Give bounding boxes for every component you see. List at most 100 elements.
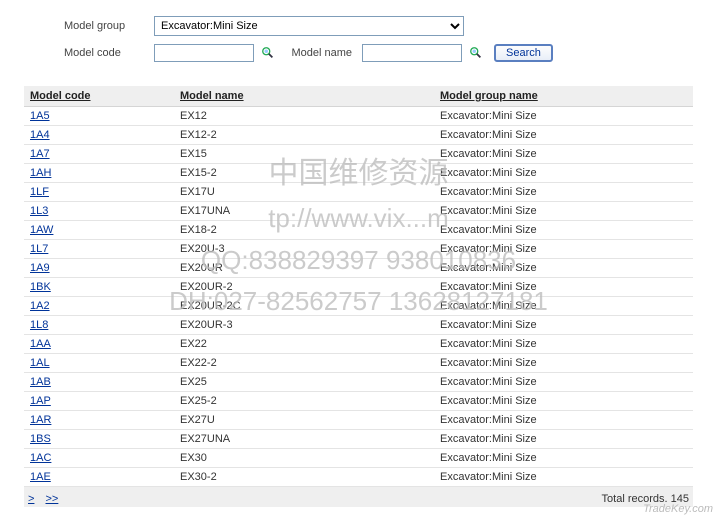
cell-code: 1A4 [24,126,174,145]
cell-name: EX25 [174,373,434,392]
table-header: Model code Model name Model group name [24,86,693,107]
search-button[interactable]: Search [494,44,553,62]
row-model-code-name: Model code Model name Search [64,44,693,62]
cell-name: EX12-2 [174,126,434,145]
cell-name: EX15-2 [174,164,434,183]
pager-last[interactable]: >> [46,493,59,505]
table-row: 1AEEX30-2Excavator:Mini Size [24,468,693,487]
cell-code: 1AR [24,411,174,430]
model-code-link[interactable]: 1A5 [30,110,50,122]
cell-group: Excavator:Mini Size [434,107,693,126]
cell-code: 1AL [24,354,174,373]
cell-code: 1L3 [24,202,174,221]
cell-group: Excavator:Mini Size [434,297,693,316]
model-code-link[interactable]: 1AB [30,376,51,388]
cell-code: 1AH [24,164,174,183]
model-code-link[interactable]: 1AW [30,224,53,236]
cell-name: EX22-2 [174,354,434,373]
cell-group: Excavator:Mini Size [434,278,693,297]
model-code-link[interactable]: 1L3 [30,205,48,217]
row-model-group: Model group Excavator:Mini Size [64,16,693,36]
table-row: 1ACEX30Excavator:Mini Size [24,449,693,468]
label-model-code: Model code [64,47,148,59]
cell-group: Excavator:Mini Size [434,411,693,430]
cell-group: Excavator:Mini Size [434,183,693,202]
model-code-link[interactable]: 1A2 [30,300,50,312]
cell-group: Excavator:Mini Size [434,373,693,392]
cell-group: Excavator:Mini Size [434,392,693,411]
table-row: 1AAEX22Excavator:Mini Size [24,335,693,354]
table-body: 1A5EX12Excavator:Mini Size1A4EX12-2Excav… [24,107,693,487]
model-code-link[interactable]: 1AR [30,414,51,426]
cell-name: EX30-2 [174,468,434,487]
cell-code: 1L7 [24,240,174,259]
model-code-link[interactable]: 1L8 [30,319,48,331]
pager: > >> [28,493,66,505]
model-code-link[interactable]: 1AH [30,167,51,179]
model-code-link[interactable]: 1AP [30,395,51,407]
table-row: 1AWEX18-2Excavator:Mini Size [24,221,693,240]
cell-name: EX17U [174,183,434,202]
model-code-link[interactable]: 1BK [30,281,51,293]
table-row: 1L3EX17UNAExcavator:Mini Size [24,202,693,221]
results-table: Model code Model name Model group name 1… [24,86,693,487]
table-row: 1A2 EX20UR-2CExcavator:Mini Size [24,297,693,316]
table-row: 1A7EX15Excavator:Mini Size [24,145,693,164]
cell-code: 1A9 [24,259,174,278]
table-row: 1A9 EX20URExcavator:Mini Size [24,259,693,278]
lookup-icon-model-name[interactable] [468,45,484,61]
cell-group: Excavator:Mini Size [434,259,693,278]
input-model-code[interactable] [154,44,254,62]
model-code-link[interactable]: 1A4 [30,129,50,141]
cell-name: EX27UNA [174,430,434,449]
cell-name: EX15 [174,145,434,164]
table-row: 1AREX27UExcavator:Mini Size [24,411,693,430]
search-form: Model group Excavator:Mini Size Model co… [24,8,693,82]
model-code-link[interactable]: 1AA [30,338,51,350]
cell-code: 1BK [24,278,174,297]
col-header-group[interactable]: Model group name [434,86,693,107]
table-row: 1AB EX25Excavator:Mini Size [24,373,693,392]
pager-next[interactable]: > [28,493,34,505]
table-row: 1AP EX25-2Excavator:Mini Size [24,392,693,411]
table-row: 1AL EX22-2Excavator:Mini Size [24,354,693,373]
cell-name: EX20U-3 [174,240,434,259]
cell-group: Excavator:Mini Size [434,240,693,259]
table-row: 1BK EX20UR-2Excavator:Mini Size [24,278,693,297]
cell-name: EX20UR [174,259,434,278]
table-row: 1L8EX20UR-3Excavator:Mini Size [24,316,693,335]
cell-name: EX25-2 [174,392,434,411]
cell-group: Excavator:Mini Size [434,316,693,335]
model-code-link[interactable]: 1L7 [30,243,48,255]
table-row: 1A5 EX12Excavator:Mini Size [24,107,693,126]
lookup-icon-model-code[interactable] [260,45,276,61]
model-code-link[interactable]: 1LF [30,186,49,198]
cell-group: Excavator:Mini Size [434,430,693,449]
table-row: 1BS EX27UNAExcavator:Mini Size [24,430,693,449]
cell-name: EX20UR-2C [174,297,434,316]
cell-code: 1AA [24,335,174,354]
model-code-link[interactable]: 1AE [30,471,51,483]
cell-name: EX17UNA [174,202,434,221]
cell-code: 1AB [24,373,174,392]
col-header-code[interactable]: Model code [24,86,174,107]
model-code-link[interactable]: 1AC [30,452,51,464]
cell-code: 1A2 [24,297,174,316]
cell-group: Excavator:Mini Size [434,354,693,373]
input-model-name[interactable] [362,44,462,62]
cell-name: EX12 [174,107,434,126]
site-mark: TradeKey.com [643,503,713,515]
cell-group: Excavator:Mini Size [434,449,693,468]
model-code-link[interactable]: 1A7 [30,148,50,160]
footer-bar: > >> Total records. 145 [24,487,693,507]
label-model-group: Model group [64,20,148,32]
cell-code: 1BS [24,430,174,449]
col-header-name[interactable]: Model name [174,86,434,107]
model-code-link[interactable]: 1A9 [30,262,50,274]
model-code-link[interactable]: 1BS [30,433,51,445]
model-code-link[interactable]: 1AL [30,357,50,369]
cell-code: 1AP [24,392,174,411]
table-row: 1A4EX12-2Excavator:Mini Size [24,126,693,145]
select-model-group[interactable]: Excavator:Mini Size [154,16,464,36]
cell-name: EX20UR-2 [174,278,434,297]
